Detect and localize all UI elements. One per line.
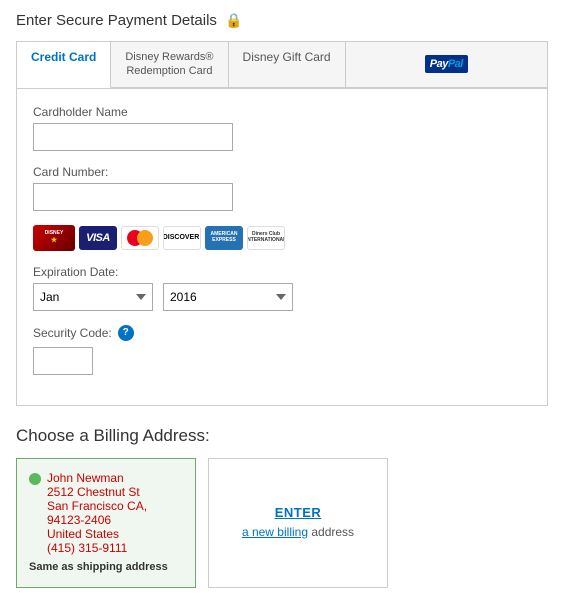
expiry-year-select[interactable]: 2016 2017 2018 2019 2020 2021 2022 2023 … (163, 283, 293, 311)
tab-disney-gift[interactable]: Disney Gift Card (229, 42, 346, 88)
card-number-input[interactable] (33, 183, 233, 211)
card-number-group: Card Number: (33, 165, 531, 211)
address-line1: 2512 Chestnut St (47, 485, 147, 499)
expiry-label: Expiration Date: (33, 265, 531, 279)
enter-new-address-sub: a new billing address (242, 524, 354, 541)
security-label-row: Security Code: ? (33, 325, 531, 341)
security-code-group: Security Code: ? (33, 325, 531, 375)
discover-card-icon: DISCOVER (163, 226, 201, 250)
page-header: Enter Secure Payment Details 🔒 (16, 12, 548, 29)
visa-card-icon: VISA (79, 226, 117, 250)
card-number-label: Card Number: (33, 165, 531, 179)
expiry-row: Jan Feb Mar Apr May Jun Jul Aug Sep Oct … (33, 283, 531, 311)
paypal-logo: PayPal (425, 55, 468, 73)
disney-card-icon: DISNEY★ (33, 225, 75, 251)
billing-saved-address-card[interactable]: John Newman 2512 Chestnut St San Francis… (16, 458, 196, 588)
enter-new-address-link[interactable]: ENTER (275, 505, 322, 520)
expiry-group: Expiration Date: Jan Feb Mar Apr May Jun… (33, 265, 531, 311)
radio-selected-icon (29, 473, 41, 485)
cardholder-name-label: Cardholder Name (33, 105, 531, 119)
billing-title: Choose a Billing Address: (16, 426, 548, 446)
billing-cards: John Newman 2512 Chestnut St San Francis… (16, 458, 548, 588)
help-icon[interactable]: ? (118, 325, 134, 341)
page-title: Enter Secure Payment Details (16, 12, 217, 29)
enter-sub-text2: address (311, 525, 354, 539)
billing-section: Choose a Billing Address: John Newman 25… (16, 426, 548, 588)
billing-new-address-card[interactable]: ENTER a new billing address (208, 458, 388, 588)
tab-credit-card[interactable]: Credit Card (17, 42, 111, 88)
security-code-input[interactable] (33, 347, 93, 375)
address-phone: (415) 315-9111 (47, 541, 147, 555)
payment-form: Cardholder Name Card Number: DISNEY★ VIS… (16, 88, 548, 406)
address-line3: 94123-2406 (47, 513, 147, 527)
cardholder-name-group: Cardholder Name (33, 105, 531, 151)
address-country: United States (47, 527, 147, 541)
address-line2: San Francisco CA, (47, 499, 147, 513)
lock-icon: 🔒 (225, 12, 242, 29)
address-row: John Newman 2512 Chestnut St San Francis… (29, 471, 183, 555)
enter-sub-text: a new billing (242, 525, 308, 539)
tab-paypal[interactable]: PayPal (346, 42, 547, 88)
tab-disney-rewards[interactable]: Disney Rewards®Redemption Card (111, 42, 228, 88)
diners-card-icon: Diners ClubINTERNATIONAL (247, 226, 285, 250)
security-code-label: Security Code: (33, 326, 112, 340)
amex-card-icon: AMERICANEXPRESS (205, 226, 243, 250)
cardholder-name-input[interactable] (33, 123, 233, 151)
expiry-month-select[interactable]: Jan Feb Mar Apr May Jun Jul Aug Sep Oct … (33, 283, 153, 311)
payment-tabs: Credit Card Disney Rewards®Redemption Ca… (16, 41, 548, 88)
address-name: John Newman (47, 471, 147, 485)
mastercard-icon (121, 226, 159, 250)
card-icons-row: DISNEY★ VISA DISCOVER AMERICANEXPRESS Di… (33, 225, 531, 251)
same-as-shipping-label: Same as shipping address (29, 561, 183, 573)
